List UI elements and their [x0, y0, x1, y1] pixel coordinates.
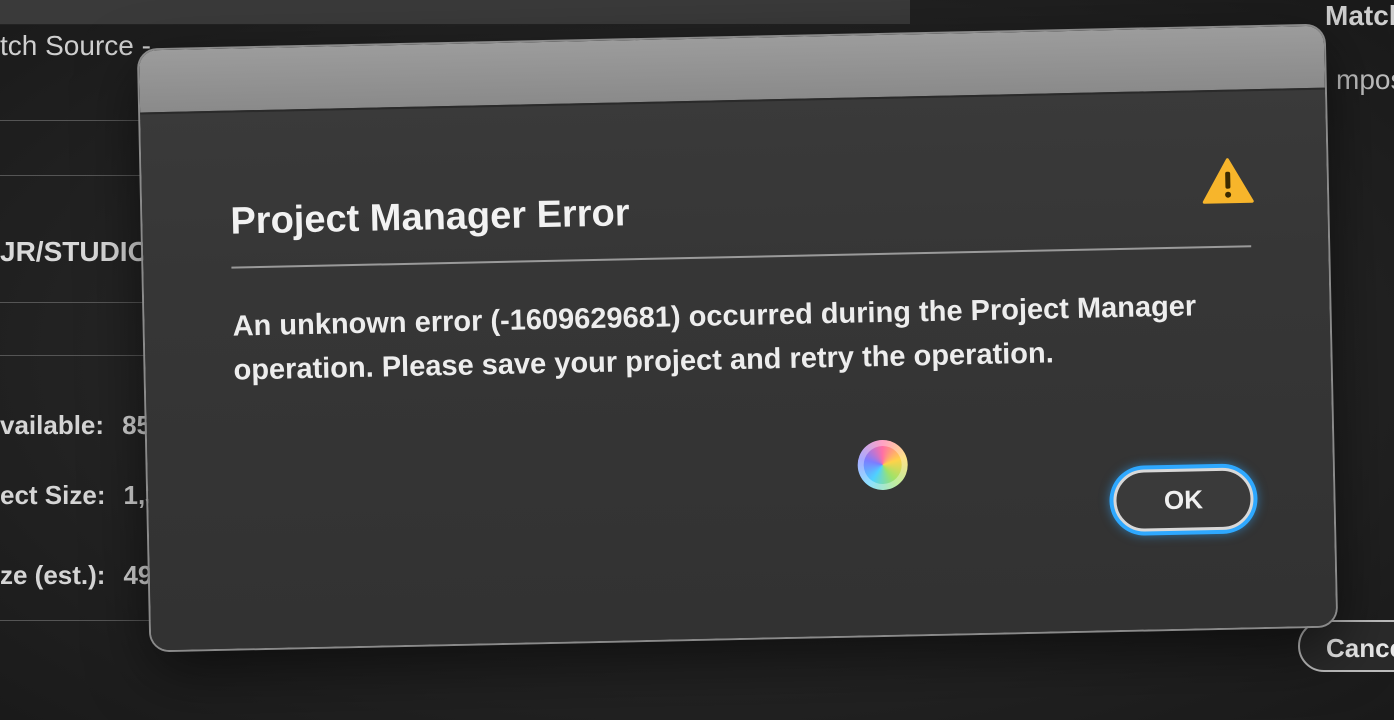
size-estimate-label: ze (est.): — [0, 560, 106, 590]
project-size-label: ect Size: — [0, 480, 106, 510]
ok-button[interactable]: OK — [1112, 467, 1255, 533]
error-message: An unknown error (-1609629681) occurred … — [232, 290, 1197, 387]
warning-icon — [1202, 158, 1254, 204]
background-toolbar — [0, 0, 910, 25]
background-compose-label: mpos — [1336, 64, 1394, 95]
spinning-wheel-icon — [857, 439, 909, 491]
title-divider — [231, 245, 1252, 269]
dialog-title: Project Manager Error — [230, 192, 630, 243]
cancel-button[interactable]: Cancel — [1298, 620, 1394, 672]
background-title: tch Source - — [0, 30, 151, 61]
cancel-button-clip: Cancel — [1298, 620, 1394, 676]
background-match-label: Match — [1325, 0, 1394, 31]
available-label: vailable: — [0, 410, 105, 440]
error-dialog: Project Manager Error An unknown error (… — [138, 25, 1337, 651]
background-toolbar-icons — [988, 8, 1328, 20]
